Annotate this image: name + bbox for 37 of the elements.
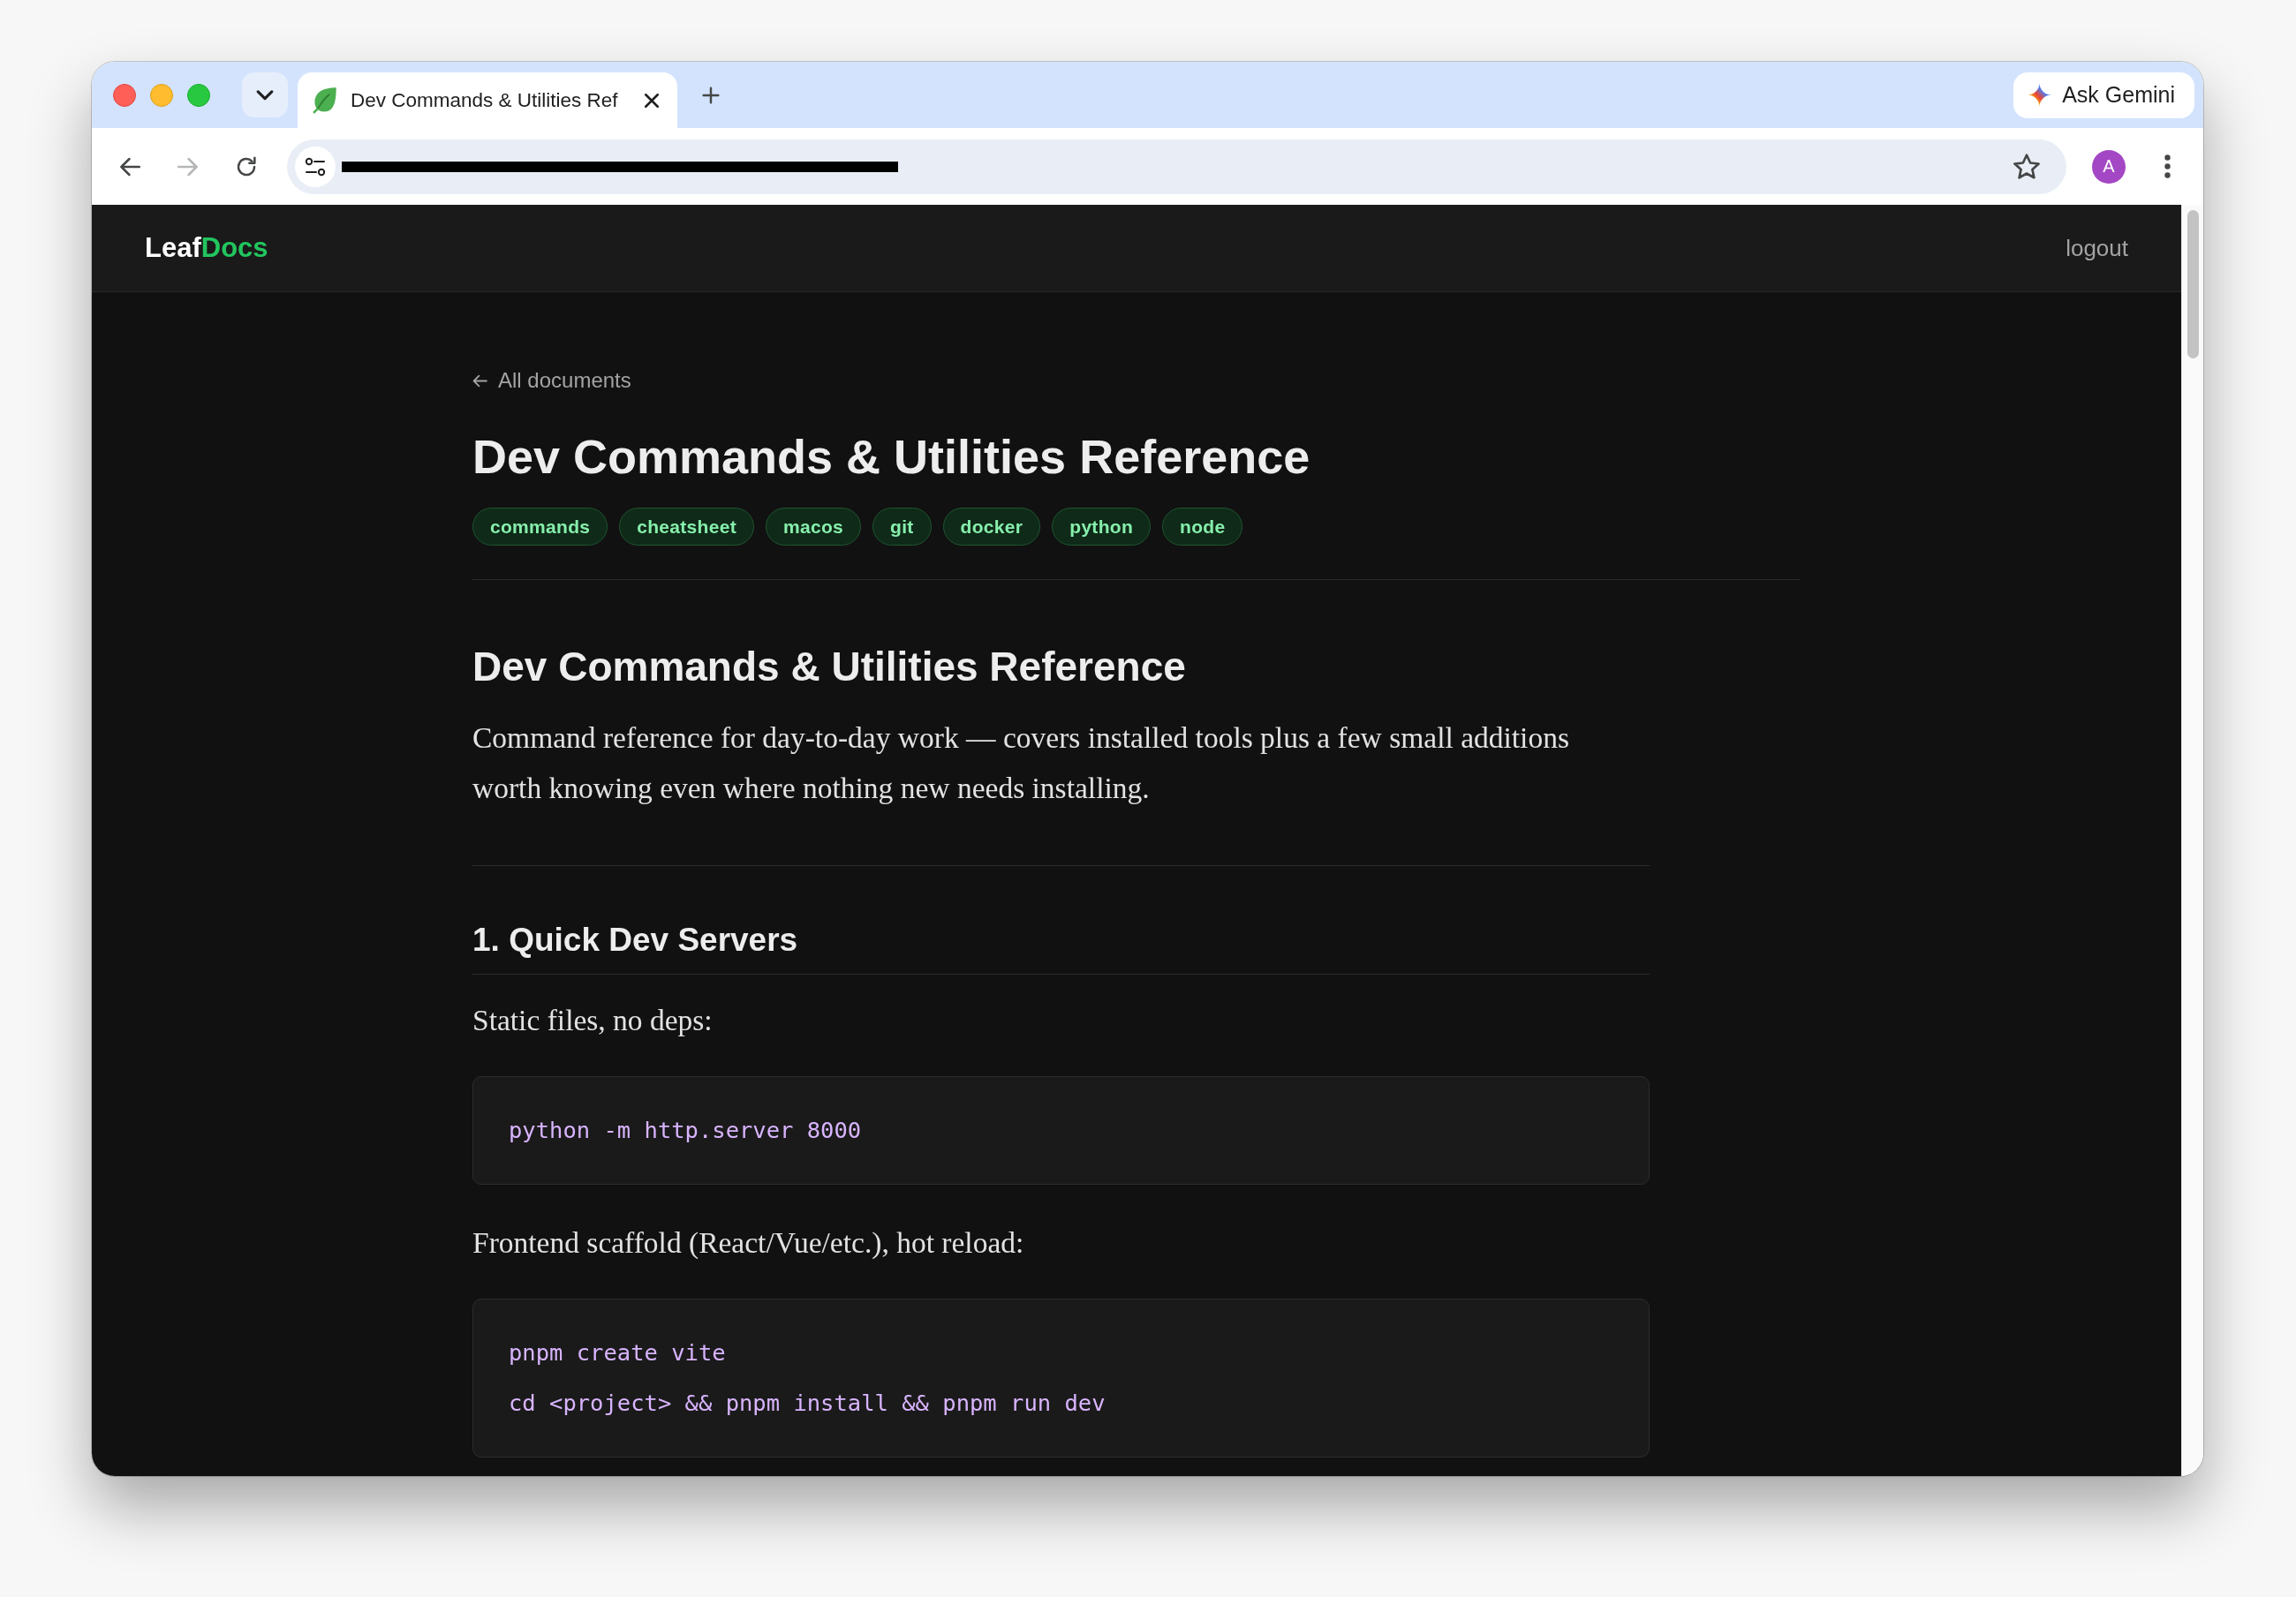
plus-icon[interactable] bbox=[702, 86, 720, 104]
window-close-icon[interactable] bbox=[113, 83, 136, 107]
code-line: python -m http.server 8000 bbox=[509, 1116, 863, 1145]
arrow-left-icon bbox=[472, 373, 487, 388]
tag: cheatsheet bbox=[619, 508, 754, 546]
section-heading: 1. Quick Dev Servers bbox=[472, 920, 1650, 975]
profile-avatar[interactable]: A bbox=[2092, 149, 2126, 184]
tag: docker bbox=[942, 508, 1041, 546]
tag: git bbox=[872, 508, 932, 546]
tab-list-button[interactable] bbox=[242, 72, 288, 117]
tag: macos bbox=[766, 508, 862, 546]
chevron-down-icon bbox=[256, 89, 274, 101]
page-title: Dev Commands & Utilities Reference bbox=[472, 429, 1311, 485]
browser-tab[interactable]: Dev Commands & Utilities Ref bbox=[298, 72, 677, 128]
scrollbar-thumb[interactable] bbox=[2186, 210, 2199, 358]
tag: node bbox=[1162, 508, 1243, 546]
sparkle-icon bbox=[2028, 83, 2052, 107]
document-heading: Dev Commands & Utilities Reference bbox=[472, 643, 1187, 691]
back-link[interactable]: All documents bbox=[472, 366, 631, 395]
logout-link[interactable]: logout bbox=[2066, 234, 2128, 262]
code-line: cd <project> && pnpm install && pnpm run dev bbox=[509, 1389, 1106, 1418]
ask-gemini-button[interactable]: Ask Gemini bbox=[2013, 72, 2194, 118]
paragraph: Frontend scaffold (React/Vue/etc.), hot reload: bbox=[472, 1225, 1025, 1261]
menu-icon[interactable] bbox=[2164, 154, 2171, 178]
reload-icon[interactable] bbox=[236, 155, 257, 177]
code-line: pnpm create vite bbox=[509, 1338, 727, 1367]
paragraph: Static files, no deps: bbox=[472, 1003, 714, 1038]
paragraph: Command reference for day-to-day work — covers installed tools plus a few small additions worth knowing even where nothing new needs installing. bbox=[472, 720, 1570, 806]
site-logo[interactable]: LeafDocs bbox=[145, 232, 268, 264]
back-icon[interactable] bbox=[119, 156, 140, 177]
close-icon[interactable] bbox=[644, 92, 660, 109]
tag: commands bbox=[472, 508, 608, 546]
star-icon[interactable] bbox=[2013, 154, 2040, 179]
sliders-icon[interactable] bbox=[295, 146, 336, 187]
tag: python bbox=[1052, 508, 1152, 546]
scrollbar[interactable] bbox=[2181, 205, 2203, 1476]
leaf-icon bbox=[313, 87, 336, 114]
